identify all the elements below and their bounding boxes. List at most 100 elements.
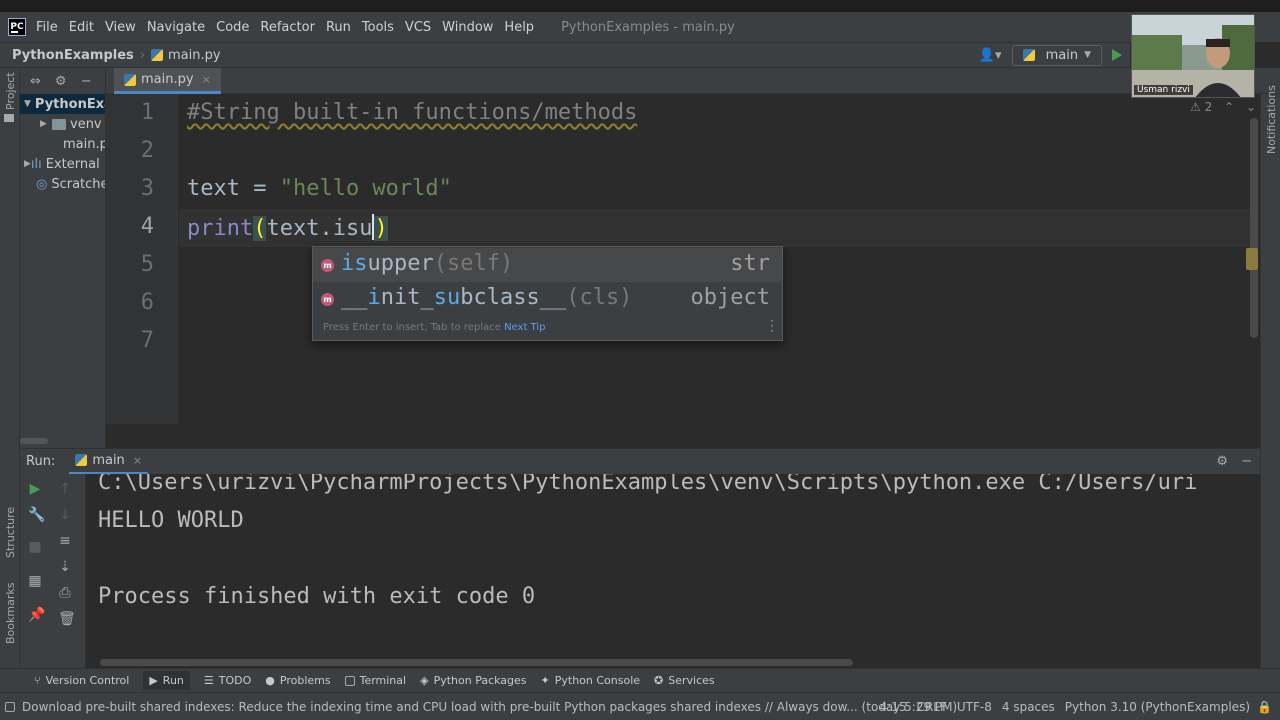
soft-wrap-icon[interactable]: ≡ — [58, 534, 72, 548]
tree-root-label: PythonExamples — [34, 96, 105, 112]
tree-item-scratches[interactable]: ◎ Scratches and Consoles — [20, 174, 105, 194]
status-message[interactable]: Download pre-built shared indexes: Reduc… — [22, 700, 957, 714]
lock-icon[interactable]: 🔒 — [1257, 700, 1272, 714]
trash-icon[interactable]: 🗑 — [58, 612, 76, 626]
menu-help[interactable]: Help — [504, 20, 534, 35]
tree-item-venv[interactable]: ▶ venv — [20, 114, 105, 134]
rerun-icon[interactable]: ▶ — [28, 482, 42, 496]
scratches-icon: ◎ — [36, 176, 48, 192]
python-file-icon — [75, 454, 88, 466]
console-line: Process finished with exit code 0 — [98, 584, 536, 609]
tree-root[interactable]: ▼ PythonExamples — [20, 94, 105, 114]
line-separator[interactable]: CRLF — [917, 700, 947, 714]
collapse-arrow-icon[interactable]: ▶ — [40, 119, 52, 129]
terminal-icon — [344, 675, 355, 686]
run-config-selector[interactable]: main ▼ — [1011, 44, 1102, 66]
menu-navigate[interactable]: Navigate — [147, 20, 205, 35]
tw-version-control[interactable]: ⑂ Version Control — [34, 674, 129, 687]
pin-icon[interactable]: 📌 — [28, 608, 45, 622]
project-toolbar: ⇔ ⚙ − — [20, 68, 105, 94]
minimize-icon[interactable]: − — [1241, 454, 1252, 469]
tree-item-main[interactable]: main.py — [20, 134, 105, 154]
tw-python-console[interactable]: ✦ Python Console — [541, 674, 641, 687]
more-options-icon[interactable]: · · · — [770, 315, 774, 337]
menu-view[interactable]: View — [105, 20, 136, 35]
line-number-gutter: 1 2 3 4 5 6 7 — [106, 94, 178, 424]
interpreter[interactable]: Python 3.10 (PythonExamples) — [1065, 700, 1250, 714]
completion-text: isupper(self) — [341, 251, 514, 276]
editor-vertical-scrollbar[interactable] — [1250, 118, 1258, 338]
user-icon[interactable]: 👤▾ — [979, 48, 1002, 63]
stripe-notifications[interactable]: Notifications — [1265, 85, 1278, 154]
packages-icon: ◈ — [420, 674, 429, 687]
warning-indicator[interactable]: ⚠ 2 ⌃ ⌄ — [1190, 100, 1256, 114]
project-panel-hscroll[interactable] — [20, 438, 48, 444]
breadcrumb-file[interactable]: main.py — [168, 48, 221, 63]
caret-position[interactable]: 4:15 — [880, 700, 907, 714]
run-icon[interactable] — [1112, 49, 1122, 61]
menu-tools[interactable]: Tools — [362, 20, 394, 35]
gear-icon[interactable]: ⚙ — [55, 74, 67, 89]
string-literal: "hello world" — [279, 176, 452, 201]
navigation-bar: PythonExamples › main.py 👤▾ main ▼ — [0, 42, 1130, 68]
completion-type: str — [730, 251, 770, 276]
expand-arrow-icon[interactable]: ▼ — [24, 99, 31, 109]
gear-icon[interactable]: ⚙ — [1216, 454, 1228, 469]
run-tab-main[interactable]: main × — [69, 449, 149, 475]
status-toggle-icon[interactable] — [5, 701, 15, 712]
close-icon[interactable]: × — [133, 454, 142, 467]
warning-count: 2 — [1204, 100, 1213, 114]
down-arrow-icon[interactable]: ⌄ — [1246, 100, 1256, 114]
up-arrow-icon[interactable]: ↑ — [58, 482, 72, 496]
tool-window-bar: ⑂ Version Control ▶ Run ☰ TODO ● Problems Te… — [0, 668, 1280, 692]
print-icon[interactable]: ⎙ — [58, 586, 72, 600]
branch-icon: ⑂ — [34, 674, 41, 687]
menu-edit[interactable]: Edit — [69, 20, 94, 35]
project-panel: ⇔ ⚙ − ▼ PythonExamples ▶ venv main.py ▶ … — [20, 68, 106, 448]
completion-item[interactable]: m isupper(self) str — [313, 248, 782, 282]
menu-refactor[interactable]: Refactor — [260, 20, 315, 35]
scroll-to-end-icon[interactable]: ⇣ — [58, 560, 72, 574]
menu-code[interactable]: Code — [216, 20, 249, 35]
tree-item-external-libraries[interactable]: ▶ ılı External Libraries — [20, 154, 105, 174]
stop-icon[interactable]: ■ — [28, 540, 42, 554]
line-number: 3 — [140, 176, 154, 201]
next-tip-link[interactable]: Next Tip — [504, 322, 545, 333]
run-console-output[interactable]: C:\Users\urizvi\PycharmProjects\PythonEx… — [86, 474, 1258, 664]
stripe-bookmarks[interactable]: Bookmarks — [4, 583, 17, 644]
tw-run[interactable]: ▶ Run — [143, 671, 190, 690]
tw-services[interactable]: ✪ Services — [654, 674, 715, 687]
tab-main-py[interactable]: main.py × — [114, 68, 221, 94]
menu-window[interactable]: Window — [442, 20, 493, 35]
line-number: 6 — [140, 290, 154, 315]
warning-marker[interactable] — [1246, 248, 1258, 270]
hide-icon[interactable]: − — [81, 74, 92, 89]
menu-vcs[interactable]: VCS — [405, 20, 431, 35]
tw-python-packages[interactable]: ◈ Python Packages — [420, 674, 526, 687]
menu-run[interactable]: Run — [326, 20, 351, 35]
chevron-down-icon: ▼ — [1084, 50, 1091, 60]
status-widgets: 4:15 CRLF UTF-8 4 spaces Python 3.10 (Py… — [880, 700, 1250, 714]
stripe-project[interactable]: Project — [4, 72, 17, 110]
breadcrumb-project[interactable]: PythonExamples — [12, 48, 134, 63]
up-arrow-icon[interactable]: ⌃ — [1224, 100, 1234, 114]
stripe-structure[interactable]: Structure — [4, 507, 17, 558]
console-horizontal-scrollbar[interactable] — [100, 659, 853, 666]
close-icon[interactable]: × — [202, 73, 211, 86]
collapse-all-icon[interactable]: ⇔ — [30, 74, 41, 89]
run-icon: ▶ — [149, 674, 158, 687]
file-encoding[interactable]: UTF-8 — [957, 700, 992, 714]
layout-icon[interactable]: ▦ — [28, 574, 42, 588]
close-paren: ) — [374, 216, 388, 241]
comment-text: #String built-in functions/methods — [187, 100, 638, 125]
tw-terminal[interactable]: Terminal — [344, 674, 406, 687]
down-arrow-icon[interactable]: ↓ — [58, 508, 72, 522]
menu-file[interactable]: File — [36, 20, 58, 35]
collapse-arrow-icon[interactable]: ▶ — [24, 159, 31, 169]
tw-problems[interactable]: ● Problems — [265, 674, 330, 687]
completion-hint: Press Enter to insert, Tab to replace Ne… — [323, 322, 546, 333]
tw-todo[interactable]: ☰ TODO — [204, 674, 251, 687]
wrench-icon[interactable]: 🔧 — [28, 508, 45, 522]
completion-item[interactable]: m __init_subclass__(cls) object — [313, 282, 782, 316]
indent-setting[interactable]: 4 spaces — [1002, 700, 1055, 714]
